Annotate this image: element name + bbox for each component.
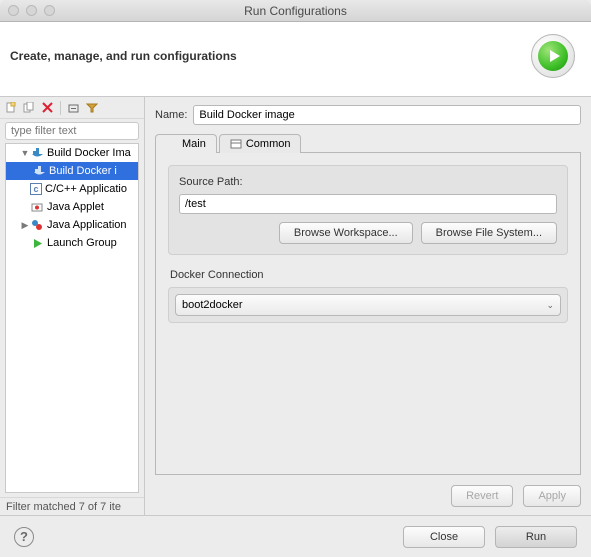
tab-label: Main bbox=[182, 138, 206, 150]
tree-item-build-docker-image-type[interactable]: ▼ Build Docker Ima bbox=[6, 144, 138, 162]
right-panel: Name: Main Common Source Path: Browse Wo… bbox=[145, 97, 591, 515]
source-path-label: Source Path: bbox=[179, 176, 557, 188]
java-applet-icon bbox=[30, 200, 44, 214]
java-app-icon bbox=[30, 218, 44, 232]
filter-icon[interactable] bbox=[85, 101, 99, 115]
dialog-heading: Create, manage, and run configurations bbox=[10, 49, 237, 63]
chevron-right-icon[interactable]: ▶ bbox=[20, 220, 30, 231]
browse-file-system-button[interactable]: Browse File System... bbox=[421, 222, 557, 244]
titlebar[interactable]: Run Configurations bbox=[0, 0, 591, 22]
tree-item-java-applet[interactable]: Java Applet bbox=[6, 198, 138, 216]
tree-item-label: Build Docker i bbox=[49, 165, 117, 177]
play-icon bbox=[30, 236, 44, 250]
close-button[interactable]: Close bbox=[403, 526, 485, 548]
collapse-all-icon[interactable] bbox=[67, 101, 81, 115]
chevron-down-icon[interactable]: ▼ bbox=[20, 148, 30, 158]
new-config-icon[interactable] bbox=[4, 101, 18, 115]
source-path-group: Source Path: Browse Workspace... Browse … bbox=[168, 165, 568, 255]
tree-item-c-cpp-app[interactable]: c C/C++ Applicatio bbox=[6, 180, 138, 198]
tab-panel-main: Source Path: Browse Workspace... Browse … bbox=[155, 153, 581, 475]
tree-item-java-application[interactable]: ▶ Java Application bbox=[6, 216, 138, 234]
tree-item-build-docker-config[interactable]: Build Docker i bbox=[6, 162, 138, 180]
tree-item-label: C/C++ Applicatio bbox=[45, 183, 127, 195]
window-title: Run Configurations bbox=[0, 4, 591, 18]
tab-common[interactable]: Common bbox=[219, 134, 302, 153]
dialog-header: Create, manage, and run configurations bbox=[0, 22, 591, 97]
docker-connection-group: boot2docker ⌄ bbox=[168, 287, 568, 323]
tree-item-label: Java Applet bbox=[47, 201, 104, 213]
chevron-updown-icon: ⌄ bbox=[546, 300, 554, 311]
c-app-icon: c bbox=[30, 183, 42, 195]
select-value: boot2docker bbox=[182, 299, 243, 311]
docker-connection-label: Docker Connection bbox=[170, 269, 568, 281]
filter-input[interactable] bbox=[5, 122, 139, 140]
main-tab-icon bbox=[166, 138, 178, 150]
common-tab-icon bbox=[230, 138, 242, 150]
tab-main[interactable]: Main bbox=[155, 134, 217, 153]
browse-workspace-button[interactable]: Browse Workspace... bbox=[279, 222, 413, 244]
docker-icon bbox=[32, 164, 46, 178]
delete-config-icon[interactable] bbox=[40, 101, 54, 115]
name-label: Name: bbox=[155, 109, 187, 121]
help-icon[interactable]: ? bbox=[14, 527, 34, 547]
dialog-footer: ? Close Run bbox=[0, 515, 591, 557]
docker-connection-select[interactable]: boot2docker ⌄ bbox=[175, 294, 561, 316]
tab-bar: Main Common bbox=[155, 133, 581, 153]
left-panel: ▼ Build Docker Ima Build Docker i c C/C+… bbox=[0, 97, 145, 515]
apply-button[interactable]: Apply bbox=[523, 485, 581, 507]
tree-item-label: Launch Group bbox=[47, 237, 117, 249]
revert-button[interactable]: Revert bbox=[451, 485, 513, 507]
run-banner-icon bbox=[531, 34, 575, 78]
name-input[interactable] bbox=[193, 105, 581, 125]
docker-icon bbox=[30, 146, 44, 160]
tree-item-label: Build Docker Ima bbox=[47, 147, 131, 159]
duplicate-config-icon[interactable] bbox=[22, 101, 36, 115]
tree-item-launch-group[interactable]: Launch Group bbox=[6, 234, 138, 252]
tree-item-label: Java Application bbox=[47, 219, 127, 231]
run-button[interactable]: Run bbox=[495, 526, 577, 548]
config-tree[interactable]: ▼ Build Docker Ima Build Docker i c C/C+… bbox=[5, 143, 139, 493]
left-toolbar bbox=[0, 97, 144, 119]
tab-label: Common bbox=[246, 138, 291, 150]
source-path-input[interactable] bbox=[179, 194, 557, 214]
panel-actions: Revert Apply bbox=[155, 485, 581, 507]
filter-status: Filter matched 7 of 7 ite bbox=[0, 497, 144, 515]
filter-field bbox=[5, 122, 139, 140]
